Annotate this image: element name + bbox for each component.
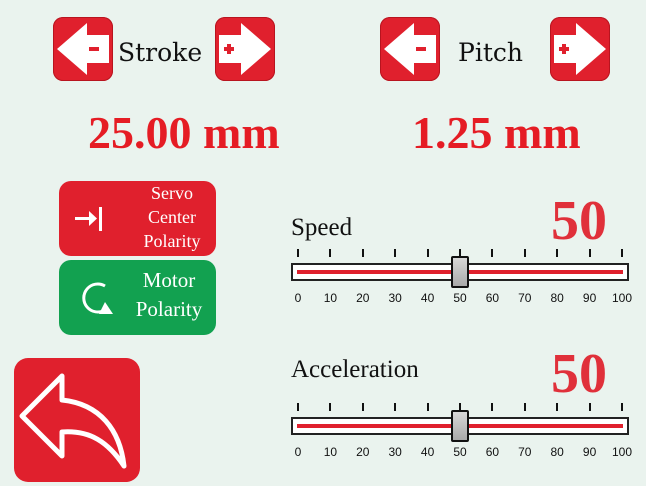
servo-polarity-line2: Center xyxy=(148,207,196,227)
servo-center-icon xyxy=(75,207,102,231)
slider-tick-label: 60 xyxy=(485,291,500,305)
slider-tick-label: 0 xyxy=(294,291,302,305)
slider-tick-label: 30 xyxy=(388,291,402,305)
slider-tick xyxy=(426,249,429,257)
slider-tick xyxy=(588,403,591,411)
acceleration-value: 50 xyxy=(551,343,607,405)
slider-tick-label: 50 xyxy=(453,445,467,459)
slider-tick xyxy=(523,403,526,411)
slider-tick-label: 20 xyxy=(356,291,370,305)
slider-tick-label: 90 xyxy=(582,445,597,459)
slider-tick xyxy=(556,249,559,257)
stroke-decrease-button[interactable] xyxy=(53,17,113,81)
motor-polarity-line2: Polarity xyxy=(135,297,203,321)
speed-value: 50 xyxy=(551,190,607,252)
pitch-decrease-button[interactable] xyxy=(380,17,440,81)
stroke-label: Stroke xyxy=(118,38,203,67)
slider-tick xyxy=(297,403,299,411)
pitch-label: Pitch xyxy=(458,38,523,67)
slider-tick-label: 0 xyxy=(294,445,302,459)
slider-tick-label: 90 xyxy=(582,291,597,305)
motor-polarity-button[interactable]: Motor Polarity xyxy=(59,260,216,335)
arrow-right-plus-icon xyxy=(554,23,606,75)
slider-tick xyxy=(394,249,397,257)
slider-tick xyxy=(621,249,623,257)
slider-tick-label: 40 xyxy=(420,445,435,459)
slider-thumb[interactable] xyxy=(451,256,469,288)
slider-tick-label: 70 xyxy=(518,445,532,459)
slider-tick xyxy=(491,403,494,411)
slider-tick-label: 70 xyxy=(518,291,532,305)
slider-tick xyxy=(329,249,332,257)
slider-tick xyxy=(297,249,299,257)
acceleration-label: Acceleration xyxy=(291,356,419,383)
slider-tick-label: 80 xyxy=(550,445,564,459)
slider-tick-label: 100 xyxy=(611,291,633,305)
slider-tick xyxy=(329,403,332,411)
slider-thumb[interactable] xyxy=(451,410,469,442)
pitch-increase-button[interactable] xyxy=(550,17,610,81)
slider-tick xyxy=(426,403,429,411)
slider-tick-label: 100 xyxy=(611,445,633,459)
servo-polarity-line1: Servo xyxy=(151,183,193,203)
slider-tick-label: 60 xyxy=(485,445,500,459)
arrow-right-plus-icon xyxy=(219,23,271,75)
slider-tick-label: 50 xyxy=(453,291,467,305)
arrow-left-minus-icon xyxy=(57,23,109,75)
slider-tick xyxy=(523,249,526,257)
back-button[interactable] xyxy=(14,358,140,482)
slider-tick xyxy=(491,249,494,257)
slider-tick xyxy=(394,403,397,411)
slider-tick xyxy=(556,403,559,411)
slider-tick xyxy=(621,403,623,411)
slider-tick xyxy=(361,249,364,257)
back-arrow-icon xyxy=(19,373,127,469)
slider-tick xyxy=(361,403,364,411)
stroke-increase-button[interactable] xyxy=(215,17,275,81)
slider-tick xyxy=(588,249,591,257)
motor-polarity-line1: Motor xyxy=(142,268,196,292)
servo-polarity-line3: Polarity xyxy=(143,231,201,251)
servo-center-polarity-button[interactable]: Servo Center Polarity xyxy=(59,181,216,256)
slider-tick-label: 10 xyxy=(323,291,338,305)
arrow-left-minus-icon xyxy=(384,23,436,75)
slider-tick-label: 40 xyxy=(420,291,435,305)
stroke-value: 25.00 mm xyxy=(88,107,280,158)
slider-tick-label: 80 xyxy=(550,291,564,305)
slider-tick-label: 10 xyxy=(323,445,338,459)
slider-tick-label: 20 xyxy=(356,445,370,459)
rotate-icon xyxy=(82,282,113,314)
slider-tick-label: 30 xyxy=(388,445,402,459)
pitch-value: 1.25 mm xyxy=(412,107,581,158)
speed-label: Speed xyxy=(291,214,353,241)
